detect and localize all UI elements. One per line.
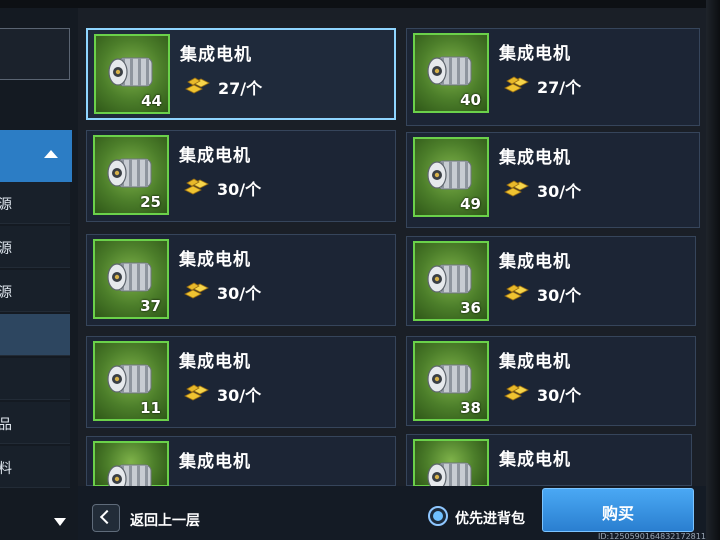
item-card[interactable]: 49 集成电机 30/个 (406, 132, 700, 228)
motor-icon (425, 359, 479, 399)
item-thumbnail: 40 (413, 33, 489, 113)
item-price: 27/个 (218, 79, 263, 98)
motor-icon (105, 359, 159, 399)
motor-icon (425, 155, 479, 195)
item-name: 集成电机 (499, 450, 571, 470)
player-id-text: ID:1250590164832172811 (598, 532, 706, 540)
buy-button[interactable]: 购买 (542, 488, 694, 532)
chevron-down-icon[interactable] (54, 518, 66, 526)
item-count: 38 (460, 399, 481, 417)
priority-backpack-label[interactable]: 优先进背包 (455, 508, 525, 528)
item-count: 11 (140, 399, 161, 417)
item-price: 30/个 (537, 286, 582, 305)
sidebar-item-label: 源 (0, 197, 12, 213)
item-count: 36 (460, 299, 481, 317)
item-count: 44 (141, 92, 162, 110)
item-thumbnail: 49 (413, 137, 489, 217)
sidebar-item[interactable]: 源 (0, 182, 70, 224)
sidebar-item[interactable] (0, 358, 70, 400)
item-card[interactable]: 36 集成电机 30/个 (406, 236, 696, 326)
item-price: 30/个 (217, 180, 262, 199)
gold-icon (503, 381, 529, 403)
sidebar-item-label: 料 (0, 461, 12, 477)
item-name: 集成电机 (179, 352, 251, 372)
item-price: 30/个 (217, 386, 262, 405)
item-price: 30/个 (537, 386, 582, 405)
gold-icon (503, 281, 529, 303)
item-card[interactable]: 集成电机 (86, 436, 396, 494)
item-name: 集成电机 (499, 352, 571, 372)
sidebar-item[interactable]: 品 (0, 402, 70, 444)
item-name: 集成电机 (499, 44, 571, 64)
motor-icon (105, 153, 159, 193)
gold-icon (183, 175, 209, 197)
screen-bezel-right (706, 0, 720, 540)
sidebar-item-label: 品 (0, 417, 12, 433)
item-name: 集成电机 (179, 452, 251, 472)
motor-icon (106, 52, 160, 92)
gold-icon (503, 177, 529, 199)
screen-bezel-top (0, 0, 720, 8)
sidebar-top-box[interactable] (0, 28, 70, 80)
item-thumbnail: 44 (94, 34, 170, 114)
item-card[interactable]: 44 集成电机 27/个 (86, 28, 396, 120)
gold-icon (183, 381, 209, 403)
item-card[interactable]: 25 集成电机 30/个 (86, 130, 396, 222)
item-thumbnail (413, 439, 489, 492)
item-count: 25 (140, 193, 161, 211)
item-name: 集成电机 (179, 250, 251, 270)
item-count: 37 (140, 297, 161, 315)
item-name: 集成电机 (499, 252, 571, 272)
sidebar-item[interactable]: 料 (0, 446, 70, 488)
gold-icon (184, 74, 210, 96)
item-price: 30/个 (537, 182, 582, 201)
item-card[interactable]: 38 集成电机 30/个 (406, 336, 696, 426)
item-price: 30/个 (217, 284, 262, 303)
item-thumbnail: 37 (93, 239, 169, 319)
back-button[interactable] (92, 504, 120, 532)
item-name: 集成电机 (179, 146, 251, 166)
sidebar-item-label: 源 (0, 285, 12, 301)
item-price: 27/个 (537, 78, 582, 97)
motor-icon (425, 259, 479, 299)
motor-icon (105, 257, 159, 297)
sidebar-item-label: 源 (0, 241, 12, 257)
gold-icon (503, 73, 529, 95)
motor-icon (425, 51, 479, 91)
gold-icon (183, 279, 209, 301)
item-card[interactable]: 37 集成电机 30/个 (86, 234, 396, 326)
item-card[interactable]: 40 集成电机 27/个 (406, 28, 700, 126)
item-card[interactable]: 11 集成电机 30/个 (86, 336, 396, 428)
item-name: 集成电机 (499, 148, 571, 168)
item-thumbnail: 36 (413, 241, 489, 321)
item-name: 集成电机 (180, 45, 252, 65)
sidebar-category-header[interactable] (0, 130, 72, 182)
item-thumbnail (93, 441, 169, 494)
chevron-up-icon[interactable] (44, 150, 58, 158)
item-card[interactable]: 集成电机 (406, 434, 692, 492)
sidebar-item-active[interactable] (0, 314, 70, 356)
category-sidebar: 源 源 源 品 料 (0, 8, 78, 540)
item-thumbnail: 11 (93, 341, 169, 421)
item-count: 40 (460, 91, 481, 109)
sidebar-item[interactable]: 源 (0, 226, 70, 268)
back-chevron-icon (99, 509, 115, 525)
sidebar-item[interactable]: 源 (0, 270, 70, 312)
buy-button-label: 购买 (601, 504, 634, 523)
item-thumbnail: 25 (93, 135, 169, 215)
priority-backpack-radio[interactable] (428, 506, 448, 526)
back-label[interactable]: 返回上一层 (130, 510, 200, 530)
item-count: 49 (460, 195, 481, 213)
item-thumbnail: 38 (413, 341, 489, 421)
